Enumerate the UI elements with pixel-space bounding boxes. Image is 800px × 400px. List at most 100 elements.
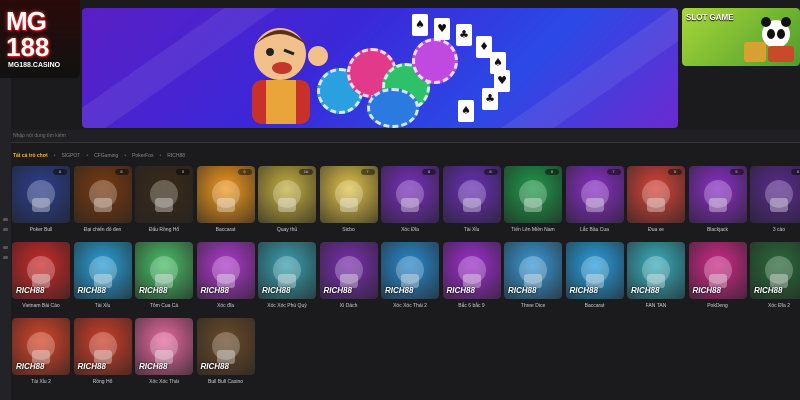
game-title[interactable]: Bull Bull Casino [195, 379, 257, 385]
game-tile[interactable]: RICH88 [12, 318, 70, 375]
game-tile[interactable]: RICH88 [381, 242, 439, 299]
game-title[interactable]: Poker Bull [10, 227, 72, 233]
player-count-badge: 16 [299, 169, 313, 175]
brand-logo[interactable]: MG 188 MG188.CASINO [0, 0, 80, 78]
game-title[interactable]: Xóc Xóc Thái 2 [379, 303, 441, 309]
game-tile[interactable]: RICH88 [627, 242, 685, 299]
game-tile[interactable]: 8 [381, 166, 439, 223]
game-tile[interactable]: 6 [196, 166, 255, 223]
card-icon: ♠ [458, 100, 474, 122]
game-title[interactable]: Vietnam Bài Cào [10, 303, 72, 309]
game-title[interactable]: Xóc Xóc Thái [133, 379, 195, 385]
game-title[interactable]: Lắc Bầu Cua [564, 227, 626, 233]
hero-banner[interactable]: ♠ ♥ ♣ ♦ ♠ ♥ ♣ ♠ [82, 8, 678, 128]
rich88-logo: RICH88 [77, 286, 106, 295]
game-title[interactable]: Baccarat [195, 227, 257, 233]
tab-pokerfox[interactable]: PokerFox [132, 153, 153, 159]
player-count-badge: 8 [545, 169, 559, 175]
player-count-badge: 8 [114, 169, 129, 175]
game-tile[interactable]: 8 [750, 166, 800, 223]
game-title[interactable]: Đấu Rồng Hổ [133, 227, 195, 233]
provider-tabs: Tất cả trò chơi • SIGPOT • CFGaming • Po… [13, 152, 185, 160]
sidebar-dot-icon[interactable] [3, 228, 8, 231]
game-title[interactable]: Tôm Cua Cá [133, 303, 195, 309]
game-title[interactable]: Tiến Lên Miền Nam [502, 227, 564, 233]
game-title[interactable]: Tài Xỉu [72, 303, 134, 309]
rich88-logo: RICH88 [754, 286, 783, 295]
game-tile[interactable]: 16 [258, 166, 316, 223]
game-title[interactable]: Xóc đĩa [195, 303, 257, 309]
player-count-badge: 8 [791, 169, 800, 175]
game-tile[interactable]: 5 [688, 166, 747, 223]
rich88-logo: RICH88 [262, 286, 291, 295]
game-tile[interactable]: 5 [135, 166, 193, 223]
game-title[interactable]: Xì Dách [318, 303, 380, 309]
game-tile[interactable]: RICH88 [135, 242, 193, 299]
game-tile[interactable]: RICH88 [196, 318, 255, 375]
game-title[interactable]: Sicbo [318, 227, 380, 233]
game-tile[interactable]: 8 [73, 166, 132, 223]
search-bar[interactable] [11, 130, 800, 143]
game-tile[interactable]: RICH88 [135, 318, 193, 375]
tab-sigpot[interactable]: SIGPOT [61, 153, 80, 159]
game-tile[interactable]: RICH88 [750, 242, 800, 299]
game-title[interactable]: Tài Xỉu [441, 227, 503, 233]
game-title[interactable]: Xóc Đĩa 2 [748, 303, 800, 309]
tab-all[interactable]: Tất cả trò chơi [13, 153, 48, 159]
game-tile[interactable]: RICH88 [565, 242, 624, 299]
game-title[interactable]: Blackjack [687, 227, 749, 233]
search-input[interactable] [13, 130, 313, 142]
rich88-logo: RICH88 [385, 286, 414, 295]
rich88-logo: RICH88 [77, 362, 106, 371]
game-tile[interactable]: 6 [12, 166, 70, 223]
game-title[interactable]: Three Dice [502, 303, 564, 309]
game-tile[interactable]: RICH88 [258, 242, 316, 299]
game-title[interactable]: 3 cào [748, 227, 800, 233]
game-title[interactable]: Quay thủ [256, 227, 318, 233]
sidebar-dot-icon[interactable] [3, 246, 8, 249]
player-count-badge: 7 [360, 169, 375, 175]
game-title[interactable]: Tài Xỉu 2 [10, 379, 72, 385]
player-count-badge: 8 [422, 169, 436, 175]
game-tile[interactable]: RICH88 [12, 242, 70, 299]
player-count-badge: 5 [729, 169, 744, 175]
game-tile[interactable]: RICH88 [73, 242, 132, 299]
game-title[interactable]: Rồng Hổ [72, 379, 134, 385]
game-tile[interactable]: RICH88 [319, 242, 378, 299]
game-tile[interactable]: 8 [442, 166, 501, 223]
game-tile[interactable]: 7 [319, 166, 378, 223]
sidebar-dot-icon[interactable] [3, 256, 8, 259]
game-title[interactable]: Xóc Xóc Phú Quý [256, 303, 318, 309]
player-count-badge: 5 [176, 169, 190, 175]
game-tile[interactable]: RICH88 [196, 242, 255, 299]
tab-cfgaming[interactable]: CFGaming [94, 153, 118, 159]
game-tile[interactable]: 8 [504, 166, 562, 223]
game-title[interactable]: FAN TAN [625, 303, 687, 309]
game-title[interactable]: Đua xe [625, 227, 687, 233]
tab-separator: • [53, 153, 56, 159]
rich88-logo: RICH88 [569, 286, 598, 295]
game-tile[interactable]: 7 [565, 166, 624, 223]
game-tile[interactable]: 5 [627, 166, 685, 223]
game-title[interactable]: Đại chiến đỏ đen [72, 227, 134, 233]
logo-site: MG188.CASINO [8, 62, 61, 69]
card-icon: ♥ [434, 18, 450, 40]
game-tile[interactable]: RICH88 [442, 242, 501, 299]
game-title[interactable]: PokDeng [687, 303, 749, 309]
card-icon: ♣ [456, 24, 472, 46]
rich88-logo: RICH88 [139, 286, 168, 295]
logo-text-bottom: 188 [6, 32, 50, 62]
tab-rich88[interactable]: RICH88 [167, 153, 185, 159]
sidebar-dot-icon[interactable] [3, 218, 8, 221]
rich88-logo: RICH88 [200, 362, 229, 371]
game-tile[interactable]: RICH88 [504, 242, 562, 299]
game-title[interactable]: Baccarat [564, 303, 626, 309]
slot-game-promo[interactable]: SLOT GAME [682, 8, 800, 66]
game-tile[interactable]: RICH88 [688, 242, 747, 299]
game-title[interactable]: Bắc 6 bắc 9 [441, 303, 503, 309]
chip-icon [367, 88, 419, 128]
game-title[interactable]: Xóc Đĩa [379, 227, 441, 233]
game-tile[interactable]: RICH88 [73, 318, 132, 375]
card-icon: ♠ [412, 14, 428, 36]
rich88-logo: RICH88 [508, 286, 537, 295]
